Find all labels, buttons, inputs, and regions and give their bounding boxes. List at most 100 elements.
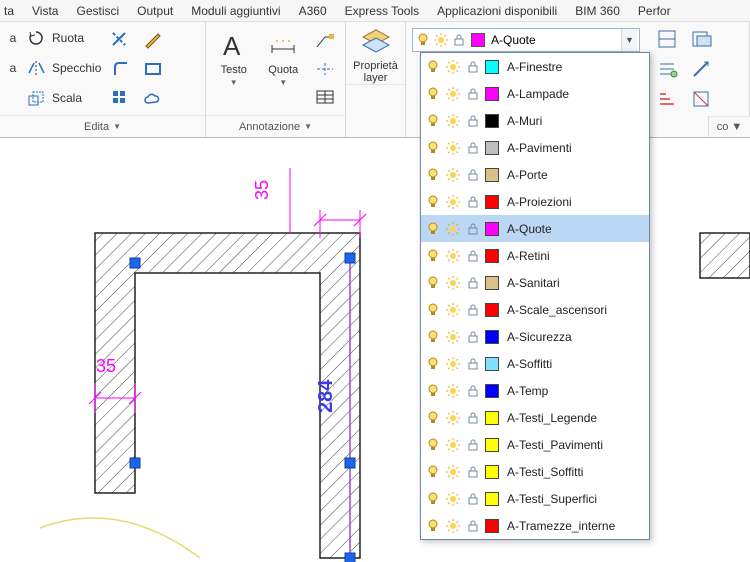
layer-item-a-testi_pavimenti[interactable]: A-Testi_Pavimenti	[421, 431, 649, 458]
layer-item-a-sicurezza[interactable]: A-Sicurezza	[421, 323, 649, 350]
lock-icon[interactable]	[465, 464, 481, 480]
lock-icon[interactable]	[465, 248, 481, 264]
table-icon[interactable]	[311, 86, 339, 108]
lock-icon[interactable]	[465, 59, 481, 75]
panel-title-annotazione[interactable]: Annotazione▼	[206, 115, 345, 137]
lock-icon[interactable]	[465, 329, 481, 345]
tool-icon-5[interactable]	[652, 86, 682, 112]
lock-icon[interactable]	[465, 383, 481, 399]
menu-gestisci[interactable]: Gestisci	[76, 4, 119, 18]
tool-icon-3[interactable]	[652, 56, 682, 82]
layer-item-a-scale_ascensori[interactable]: A-Scale_ascensori	[421, 296, 649, 323]
bulb-icon[interactable]	[425, 437, 441, 453]
bulb-icon[interactable]	[425, 383, 441, 399]
layer-item-a-testi_legende[interactable]: A-Testi_Legende	[421, 404, 649, 431]
stub-b[interactable]: a	[6, 56, 20, 80]
layer-item-a-sanitari[interactable]: A-Sanitari	[421, 269, 649, 296]
bulb-icon[interactable]	[425, 140, 441, 156]
tool-icon-2[interactable]	[686, 26, 716, 52]
bulb-icon[interactable]	[425, 302, 441, 318]
fillet-icon[interactable]	[107, 56, 135, 82]
sun-icon[interactable]	[445, 86, 461, 102]
lock-icon[interactable]	[465, 113, 481, 129]
dimension-button[interactable]: Quota ▼	[262, 26, 306, 87]
sun-icon[interactable]	[445, 167, 461, 183]
lock-icon[interactable]	[465, 410, 481, 426]
array-icon[interactable]	[107, 86, 135, 112]
layer-item-a-proiezioni[interactable]: A-Proiezioni	[421, 188, 649, 215]
layer-item-a-porte[interactable]: A-Porte	[421, 161, 649, 188]
layer-item-a-testi_superfici[interactable]: A-Testi_Superfici	[421, 485, 649, 512]
lock-icon[interactable]	[465, 437, 481, 453]
stub-c[interactable]	[6, 86, 20, 110]
layer-item-a-finestre[interactable]: A-Finestre	[421, 53, 649, 80]
sun-icon[interactable]	[445, 518, 461, 534]
sun-icon[interactable]	[445, 356, 461, 372]
lock-icon[interactable]	[465, 167, 481, 183]
bulb-icon[interactable]	[425, 167, 441, 183]
sun-icon[interactable]	[445, 59, 461, 75]
layer-item-a-lampade[interactable]: A-Lampade	[421, 80, 649, 107]
layer-item-a-pavimenti[interactable]: A-Pavimenti	[421, 134, 649, 161]
bulb-icon[interactable]	[425, 518, 441, 534]
layer-combo[interactable]: A-Quote ▼	[412, 28, 640, 52]
menu-applicazioni-disponibili[interactable]: Applicazioni disponibili	[437, 4, 557, 18]
lock-icon[interactable]	[465, 356, 481, 372]
tool-icon-1[interactable]	[652, 26, 682, 52]
menu-express-tools[interactable]: Express Tools	[345, 4, 419, 18]
lock-icon[interactable]	[465, 518, 481, 534]
sun-icon[interactable]	[445, 275, 461, 291]
specchio-button[interactable]: Specchio	[26, 56, 101, 80]
layer-item-a-retini[interactable]: A-Retini	[421, 242, 649, 269]
cloud-icon[interactable]	[139, 86, 167, 112]
sun-icon[interactable]	[445, 194, 461, 210]
panel-title-edita[interactable]: Edita▼	[0, 115, 205, 137]
sun-icon[interactable]	[445, 140, 461, 156]
layer-item-a-muri[interactable]: A-Muri	[421, 107, 649, 134]
text-button[interactable]: A Testo ▼	[212, 26, 256, 87]
layer-item-a-tramezze_interne[interactable]: A-Tramezze_interne	[421, 512, 649, 539]
layer-item-a-quote[interactable]: A-Quote	[421, 215, 649, 242]
tool-icon-6[interactable]	[686, 86, 716, 112]
lock-icon[interactable]	[465, 221, 481, 237]
sun-icon[interactable]	[445, 221, 461, 237]
bulb-icon[interactable]	[425, 491, 441, 507]
sun-icon[interactable]	[445, 113, 461, 129]
sun-icon[interactable]	[445, 437, 461, 453]
rect-icon[interactable]	[139, 56, 167, 82]
sun-icon[interactable]	[445, 302, 461, 318]
lock-icon[interactable]	[465, 140, 481, 156]
chevron-down-icon[interactable]: ▼	[621, 29, 637, 51]
trim-icon[interactable]	[107, 26, 135, 52]
sun-icon[interactable]	[445, 491, 461, 507]
lock-icon[interactable]	[465, 194, 481, 210]
lock-icon[interactable]	[465, 302, 481, 318]
bulb-icon[interactable]	[425, 356, 441, 372]
bulb-icon[interactable]	[425, 113, 441, 129]
leader-icon[interactable]	[311, 30, 339, 52]
menu-bim-360[interactable]: BIM 360	[575, 4, 620, 18]
bulb-icon[interactable]	[425, 194, 441, 210]
pencil-icon[interactable]	[139, 26, 167, 52]
menu-output[interactable]: Output	[137, 4, 173, 18]
layer-dropdown-list[interactable]: A-FinestreA-LampadeA-MuriA-PavimentiA-Po…	[420, 52, 650, 540]
menu-perfor[interactable]: Perfor	[638, 4, 671, 18]
bulb-icon[interactable]	[425, 59, 441, 75]
sun-icon[interactable]	[445, 464, 461, 480]
sun-icon[interactable]	[445, 383, 461, 399]
menu-ta[interactable]: ta	[4, 4, 14, 18]
sun-icon[interactable]	[445, 248, 461, 264]
sun-icon[interactable]	[445, 410, 461, 426]
menu-vista[interactable]: Vista	[32, 4, 58, 18]
bulb-icon[interactable]	[425, 275, 441, 291]
layer-item-a-soffitti[interactable]: A-Soffitti	[421, 350, 649, 377]
lock-icon[interactable]	[465, 86, 481, 102]
layer-item-a-testi_soffitti[interactable]: A-Testi_Soffitti	[421, 458, 649, 485]
stub-a[interactable]: a	[6, 26, 20, 50]
lock-icon[interactable]	[465, 491, 481, 507]
scala-button[interactable]: Scala	[26, 86, 101, 110]
menu-moduli-aggiuntivi[interactable]: Moduli aggiuntivi	[191, 4, 280, 18]
layer-properties-button[interactable]: Proprietà layer	[346, 22, 405, 84]
lock-icon[interactable]	[465, 275, 481, 291]
ruota-button[interactable]: Ruota	[26, 26, 101, 50]
